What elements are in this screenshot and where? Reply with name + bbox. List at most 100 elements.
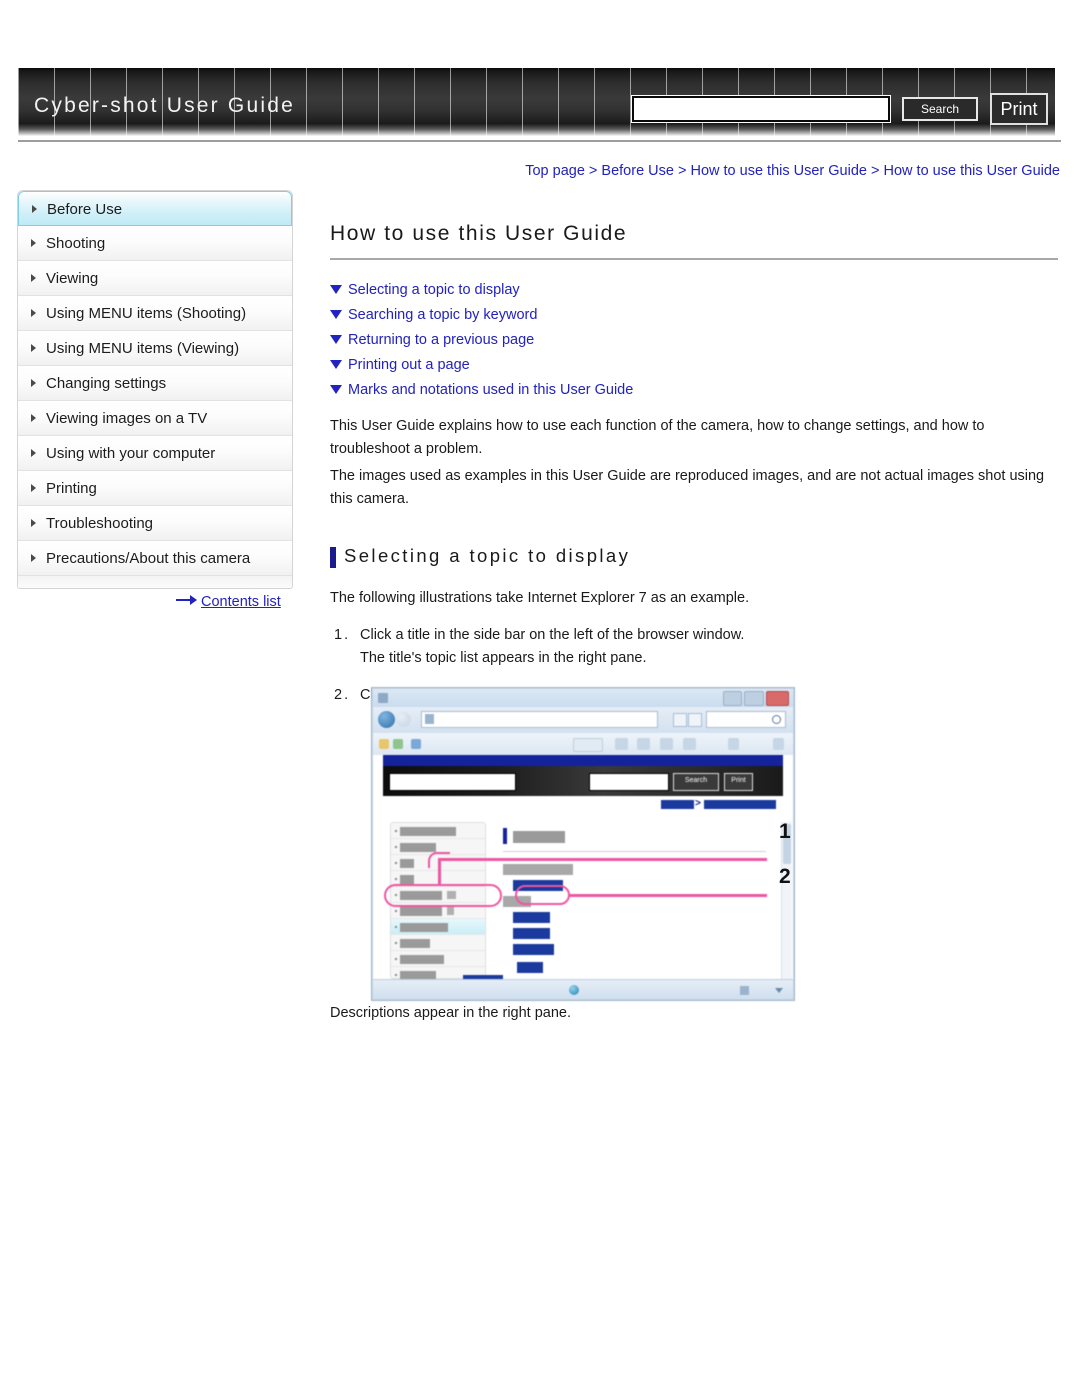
sidebar-item-precautions[interactable]: Precautions/About this camera — [18, 541, 292, 576]
chevron-right-icon — [31, 449, 36, 457]
title-divider — [330, 258, 1058, 260]
tab-icon — [411, 739, 421, 749]
sidebar-item-viewing-images-tv[interactable]: Viewing images on a TV — [18, 401, 292, 436]
mock-text-bar — [400, 939, 430, 948]
page-search-input-mock — [589, 773, 669, 791]
search-button[interactable]: Search — [902, 97, 978, 121]
mock-text-bar — [400, 923, 448, 932]
sidebar-item-label: Shooting — [46, 235, 106, 252]
bullet-icon — [395, 926, 397, 928]
callout-leader-stem-1 — [438, 858, 441, 886]
intro-paragraph-2: The images used as examples in this User… — [330, 468, 1045, 507]
triangle-down-icon — [330, 360, 342, 369]
mock-section-title — [513, 831, 565, 843]
mock-text-bar — [400, 827, 456, 836]
mock-text-bar — [400, 955, 444, 964]
chevron-right-icon — [31, 239, 36, 247]
contents-list-link[interactable]: Contents list — [176, 594, 281, 610]
browser-illustration: Search Print > — [371, 687, 795, 1001]
chevron-right-icon — [31, 519, 36, 527]
topic-link-list: Selecting a topic to display Searching a… — [330, 278, 1060, 403]
page-print-button-mock: Print — [724, 773, 753, 791]
sidebar-item-changing-settings[interactable]: Changing settings — [18, 366, 292, 401]
sidebar-item-printing[interactable]: Printing — [18, 471, 292, 506]
zoom-icon — [740, 986, 749, 995]
internet-zone-icon — [569, 985, 579, 995]
topic-link-selecting-a-topic[interactable]: Selecting a topic to display — [330, 278, 1060, 303]
section-marker-bar — [330, 547, 336, 568]
sidebar-item-label: Changing settings — [46, 375, 167, 392]
topic-link-marks-and-notations[interactable]: Marks and notations used in this User Gu… — [330, 378, 1060, 403]
breadcrumb-separator: > — [695, 798, 701, 809]
callout-leader-line-1 — [438, 858, 767, 861]
step-line-2: The title's topic list appears in the ri… — [360, 650, 647, 666]
topic-link-label: Marks and notations used in this User Gu… — [348, 382, 634, 398]
mock-nav-row — [391, 823, 485, 839]
bullet-icon — [395, 974, 397, 976]
help-icon — [773, 738, 784, 750]
toolbar-item — [573, 738, 603, 752]
sidebar-item-before-use[interactable]: Before Use — [18, 191, 292, 226]
section-heading: Selecting a topic to display — [330, 545, 1060, 568]
ie-window-mock: Search Print > — [371, 687, 795, 1001]
chevron-right-icon — [31, 484, 36, 492]
sidebar-item-label: Troubleshooting — [46, 515, 154, 532]
print-button[interactable]: Print — [990, 93, 1048, 125]
maximize-icon — [744, 691, 764, 706]
bullet-icon — [395, 958, 397, 960]
callout-number-1: 1 — [779, 820, 791, 843]
back-arrow-icon — [378, 711, 395, 728]
sidebar-item-label: Using with your computer — [46, 445, 216, 462]
sidebar-item-using-menu-shooting[interactable]: Using MENU items (Shooting) — [18, 296, 292, 331]
site-title: Cyber-shot User Guide — [34, 94, 295, 117]
step-body: Click a title in the side bar on the lef… — [360, 624, 1060, 670]
sidebar-item-label: Using MENU items (Viewing) — [46, 340, 240, 357]
step-number: 2. — [334, 687, 351, 703]
topic-link-searching-by-keyword[interactable]: Searching a topic by keyword — [330, 303, 1060, 328]
feeds-icon — [637, 738, 650, 750]
ie-command-bar — [373, 733, 793, 755]
topic-link-label: Printing out a page — [348, 357, 470, 373]
chevron-right-icon — [31, 274, 36, 282]
chevron-down-icon — [775, 988, 783, 993]
closing-text: Descriptions appear in the right pane. — [330, 1005, 572, 1021]
chevron-right-icon — [31, 344, 36, 352]
topic-link-label: Selecting a topic to display — [348, 282, 520, 298]
triangle-down-icon — [330, 285, 342, 294]
page-title: How to use this User Guide — [330, 222, 628, 245]
triangle-down-icon — [330, 385, 342, 394]
sidebar-item-label: Precautions/About this camera — [46, 550, 251, 567]
callout-highlight-2 — [515, 885, 570, 905]
bullet-icon — [395, 846, 397, 848]
callout-leader-line-2 — [568, 894, 767, 897]
sidebar-item-troubleshooting[interactable]: Troubleshooting — [18, 506, 292, 541]
page-breadcrumb-part — [661, 800, 694, 809]
chevron-right-icon — [31, 414, 36, 422]
add-favorite-icon — [393, 739, 403, 749]
mock-text-bar — [503, 864, 573, 875]
topic-link-printing-out-a-page[interactable]: Printing out a page — [330, 353, 1060, 378]
mock-text-bar — [400, 907, 442, 916]
search-icon — [772, 715, 781, 724]
step-line-1: Click a title in the side bar on the lef… — [360, 627, 745, 643]
sidebar-item-shooting[interactable]: Shooting — [18, 226, 292, 261]
mock-nav-row-selected — [391, 919, 485, 935]
sidebar-item-label: Before Use — [47, 201, 123, 218]
refresh-icon — [673, 713, 687, 727]
home-icon — [615, 738, 628, 750]
chevron-right-icon — [31, 379, 36, 387]
sidebar-item-label: Using MENU items (Shooting) — [46, 305, 247, 322]
topic-link-label: Returning to a previous page — [348, 332, 535, 348]
sidebar-item-viewing[interactable]: Viewing — [18, 261, 292, 296]
topic-link-returning-previous-page[interactable]: Returning to a previous page — [330, 328, 1060, 353]
sidebar-item-label: Printing — [46, 480, 97, 497]
sidebar-item-using-with-computer[interactable]: Using with your computer — [18, 436, 292, 471]
search-input[interactable] — [631, 95, 891, 123]
bullet-icon — [395, 910, 397, 912]
mock-link-bar-selected — [517, 962, 543, 973]
mock-text-bar — [400, 875, 414, 884]
sidebar-item-using-menu-viewing[interactable]: Using MENU items (Viewing) — [18, 331, 292, 366]
breadcrumb[interactable]: Top page > Before Use > How to use this … — [525, 163, 1060, 179]
close-icon — [765, 691, 789, 706]
ie-vertical-scrollbar[interactable] — [781, 822, 792, 980]
